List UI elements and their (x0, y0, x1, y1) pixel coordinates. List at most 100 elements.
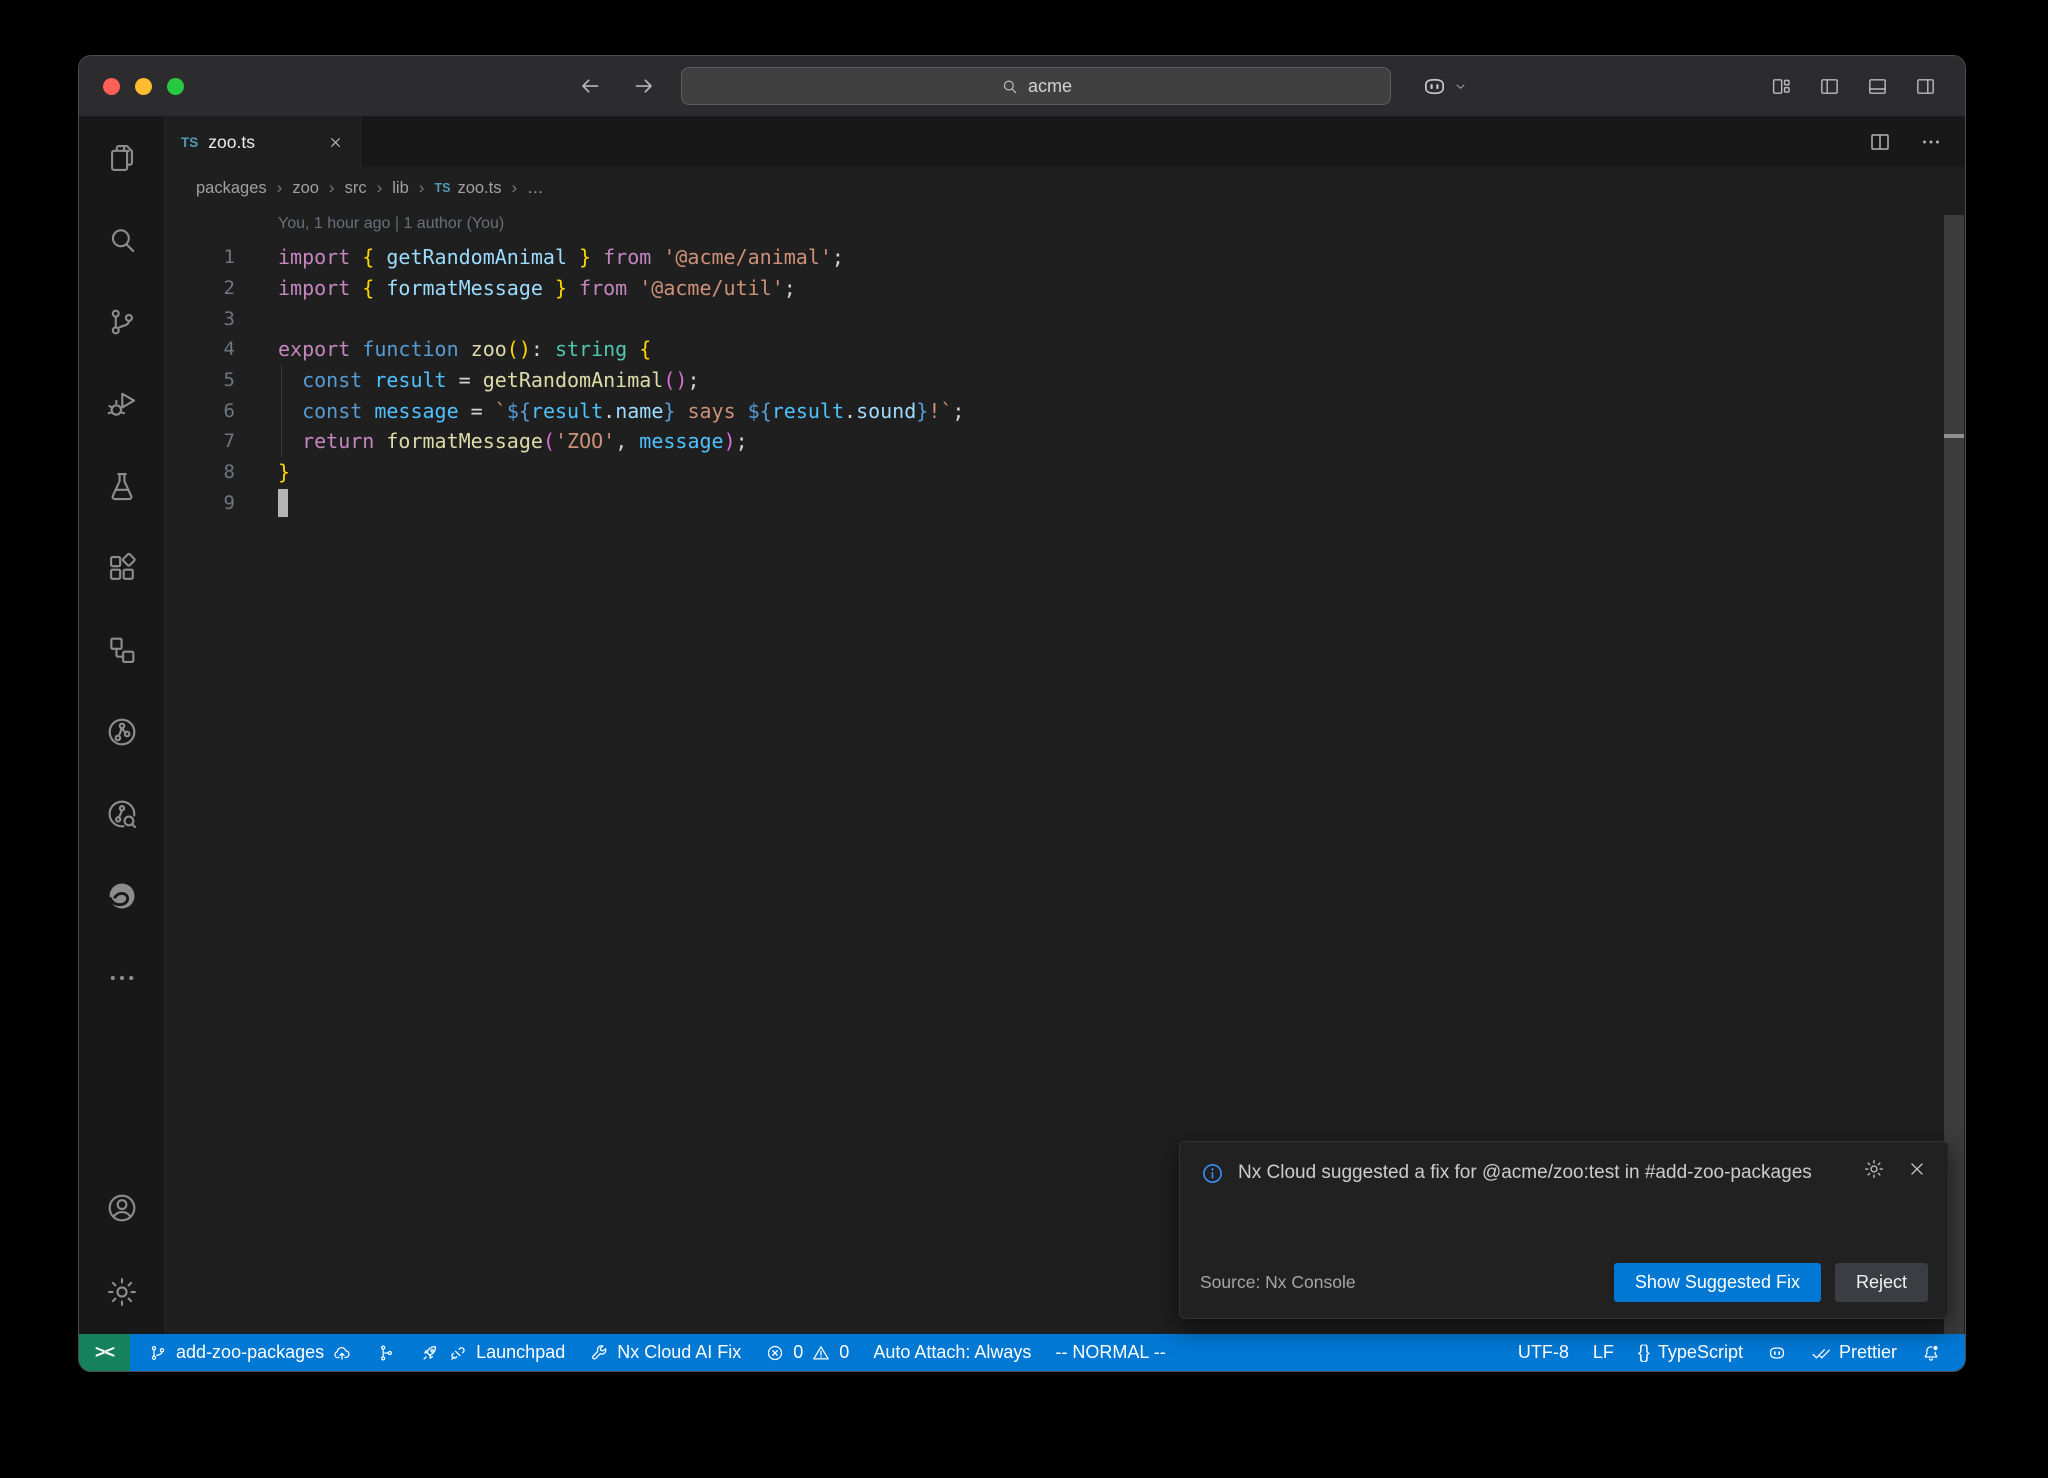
vscode-window: acme TS zoo.ts (78, 55, 1966, 1372)
status-bar: >< add-zoo-packages Launchpad Nx Cloud AI F… (79, 1334, 1965, 1371)
more-editor-actions-icon[interactable] (1919, 130, 1943, 154)
code-text: return formatMessage('ZOO', message); (235, 429, 748, 453)
code-line[interactable]: 1import { getRandomAnimal } from '@acme/… (165, 242, 1941, 273)
activity-bar-item-testing[interactable] (79, 445, 164, 527)
status-item-label: >< (95, 1342, 114, 1363)
reject-button[interactable]: Reject (1835, 1263, 1928, 1302)
activity-bar-item-additional-views[interactable] (79, 937, 164, 1019)
show-suggested-fix-button[interactable]: Show Suggested Fix (1614, 1263, 1821, 1302)
status-item-end-of-line[interactable]: LF (1581, 1334, 1626, 1371)
breadcrumb: packages›zoo›src›lib›TSzoo.ts›… (165, 167, 1965, 209)
breadcrumb-separator: › (277, 178, 283, 198)
status-item-nx-cloud-ai-fix[interactable]: Nx Cloud AI Fix (577, 1334, 753, 1371)
nx-console-icon (105, 633, 139, 667)
rocket-icon (420, 1343, 440, 1363)
info-icon (1200, 1161, 1225, 1186)
status-item-label: add-zoo-packages (176, 1342, 324, 1363)
activity-bar-item-search[interactable] (79, 199, 164, 281)
toggle-secondary-sidebar-icon[interactable] (1914, 75, 1937, 98)
breadcrumb-label: lib (392, 179, 409, 198)
code-line[interactable]: 6 const message = `${result.name} says $… (165, 395, 1941, 426)
status-item-encoding[interactable]: UTF-8 (1506, 1334, 1581, 1371)
code-line[interactable]: 4export function zoo(): string { (165, 334, 1941, 365)
tab-label: zoo.ts (208, 132, 255, 153)
back-icon[interactable] (577, 73, 603, 99)
line-number: 9 (165, 492, 235, 514)
status-item-problems[interactable]: 00 (753, 1334, 861, 1371)
status-item-formatter-prettier[interactable]: Prettier (1799, 1334, 1909, 1371)
code-text: } (235, 460, 290, 484)
activity-bar-item-source-control[interactable] (79, 281, 164, 363)
run-and-debug-icon (105, 387, 139, 421)
notification-actions (1863, 1158, 1928, 1180)
close-tab-icon[interactable] (327, 134, 344, 151)
minimize-window-button[interactable] (135, 78, 152, 95)
breadcrumb-item[interactable]: packages (196, 179, 267, 198)
toggle-primary-sidebar-icon[interactable] (1818, 75, 1841, 98)
breadcrumb-label: zoo.ts (457, 179, 501, 198)
notification-close-icon[interactable] (1906, 1158, 1928, 1180)
breadcrumb-item[interactable]: src (345, 179, 367, 198)
inline-blame: You, 1 hour ago | 1 author (You) (278, 215, 504, 233)
command-center[interactable]: acme (681, 67, 1391, 105)
code-line[interactable]: 7 return formatMessage('ZOO', message); (165, 426, 1941, 457)
activity-bar-item-gitlens-inspect[interactable] (79, 773, 164, 855)
status-item-label: Nx Cloud AI Fix (617, 1342, 741, 1363)
code-area[interactable]: 1import { getRandomAnimal } from '@acme/… (165, 242, 1941, 518)
status-item-label: 0 (793, 1342, 803, 1363)
status-item-auto-attach[interactable]: Auto Attach: Always (861, 1334, 1043, 1371)
split-editor-icon[interactable] (1868, 130, 1892, 154)
gitlens-inspect-icon (105, 797, 139, 831)
activity-bar-item-manage-settings[interactable] (79, 1250, 164, 1334)
activity-bar-item-extensions[interactable] (79, 527, 164, 609)
forward-icon[interactable] (631, 73, 657, 99)
breadcrumb-separator: › (419, 178, 425, 198)
status-item-label: Launchpad (476, 1342, 565, 1363)
source-control-icon (105, 305, 139, 339)
status-item-vim-mode[interactable]: -- NORMAL -- (1043, 1334, 1177, 1371)
status-item-label: LF (1593, 1342, 1614, 1363)
testing-icon (105, 469, 139, 503)
status-item-copilot-status[interactable] (1755, 1334, 1799, 1371)
code-line[interactable]: 8} (165, 457, 1941, 488)
code-line[interactable]: 5 const result = getRandomAnimal(); (165, 365, 1941, 396)
breadcrumb-label: zoo (292, 179, 319, 198)
breadcrumb-item[interactable]: lib (392, 179, 409, 198)
activity-bar-item-explorer[interactable] (79, 117, 164, 199)
tab-zoo-ts[interactable]: TS zoo.ts (165, 117, 361, 167)
activity-bar-item-accounts[interactable] (79, 1166, 164, 1250)
status-item-gitlens-launchpad[interactable]: Launchpad (408, 1334, 577, 1371)
line-number: 7 (165, 430, 235, 452)
breadcrumb-item[interactable]: zoo (292, 179, 319, 198)
toggle-panel-icon[interactable] (1866, 75, 1889, 98)
copilot-menu[interactable] (1421, 56, 1468, 116)
activity-bar-item-nx-console[interactable] (79, 609, 164, 691)
status-item-commit-graph[interactable] (364, 1334, 408, 1371)
edge-devtools-icon (105, 879, 139, 913)
line-number: 6 (165, 400, 235, 422)
breadcrumb-item[interactable]: … (527, 179, 544, 198)
wrench-icon (589, 1343, 609, 1363)
customize-layout-icon[interactable] (1770, 75, 1793, 98)
extensions-icon (105, 551, 139, 585)
zoom-window-button[interactable] (167, 78, 184, 95)
activity-bar-item-run-and-debug[interactable] (79, 363, 164, 445)
breadcrumb-item[interactable]: TSzoo.ts (434, 179, 501, 198)
notification-settings-icon[interactable] (1863, 1158, 1885, 1180)
editor-actions (1868, 117, 1965, 167)
status-item-label: -- NORMAL -- (1055, 1342, 1165, 1363)
layout-controls (1770, 56, 1937, 116)
breadcrumb-label: src (345, 179, 367, 198)
close-window-button[interactable] (103, 78, 120, 95)
code-line[interactable]: 3 (165, 303, 1941, 334)
status-item-git-branch[interactable]: add-zoo-packages (136, 1334, 364, 1371)
activity-bar-item-edge-devtools[interactable] (79, 855, 164, 937)
line-number: 2 (165, 277, 235, 299)
status-item-remote-indicator[interactable]: >< (79, 1334, 130, 1371)
breadcrumb-separator: › (511, 178, 517, 198)
status-item-notifications-bell[interactable] (1909, 1334, 1953, 1371)
code-line[interactable]: 9 (165, 488, 1941, 519)
status-item-language-mode[interactable]: {}TypeScript (1626, 1334, 1755, 1371)
code-line[interactable]: 2import { formatMessage } from '@acme/ut… (165, 273, 1941, 304)
activity-bar-item-gitlens[interactable] (79, 691, 164, 773)
